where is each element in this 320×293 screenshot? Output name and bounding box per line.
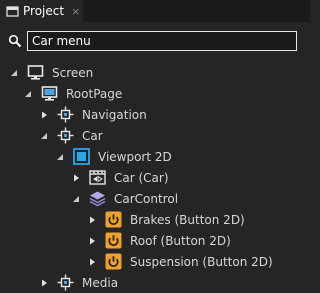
expanded-arrow-icon[interactable] <box>9 68 19 78</box>
tree-item-label: Screen <box>52 65 94 80</box>
viewport-icon <box>73 148 90 165</box>
tree-item-navigation[interactable]: Navigation <box>39 104 147 125</box>
collapsed-arrow-icon[interactable] <box>87 236 97 246</box>
tree-item-label: Navigation <box>82 107 147 122</box>
expanded-arrow-icon[interactable] <box>39 131 49 141</box>
node-2d-icon <box>57 106 74 123</box>
tree-item-label: Media <box>82 275 119 290</box>
panel-tab-bar: Project × <box>0 0 310 22</box>
search-input[interactable] <box>27 31 297 51</box>
tree-item-label: CarControl <box>114 191 179 206</box>
collapsed-arrow-icon[interactable] <box>87 257 97 267</box>
power-button-icon <box>105 253 122 270</box>
node-2d-icon <box>57 127 74 144</box>
tab-project-label: Project <box>23 4 65 18</box>
collapsed-arrow-icon[interactable] <box>71 173 81 183</box>
scene-icon <box>89 170 106 185</box>
expanded-arrow-icon[interactable] <box>55 152 65 162</box>
tree-item-car[interactable]: Car <box>39 125 103 146</box>
tree-item-media[interactable]: Media <box>39 272 118 293</box>
search-bar <box>7 30 303 52</box>
power-button-icon <box>105 211 122 228</box>
project-icon <box>6 5 19 17</box>
search-icon <box>8 34 22 48</box>
tree-item-label: Roof (Button 2D) <box>130 233 231 248</box>
tree-item-label: Suspension (Button 2D) <box>130 254 273 269</box>
tree-item-rootpage[interactable]: RootPage <box>23 83 122 104</box>
collapsed-arrow-icon[interactable] <box>39 110 49 120</box>
tree-item-roof[interactable]: Roof (Button 2D) <box>87 230 231 251</box>
tree-item-suspension[interactable]: Suspension (Button 2D) <box>87 251 273 272</box>
tree-item-viewport-2d[interactable]: Viewport 2D <box>55 146 172 167</box>
close-icon[interactable]: × <box>71 6 80 17</box>
collapsed-arrow-icon[interactable] <box>39 278 49 288</box>
screen-icon <box>27 65 44 80</box>
power-button-icon <box>105 232 122 249</box>
tree-item-label: Car <box>82 128 103 143</box>
page-icon <box>41 86 58 101</box>
tree-item-car-car[interactable]: Car (Car) <box>71 167 169 188</box>
layers-icon <box>89 191 106 207</box>
tree-item-screen[interactable]: Screen <box>9 62 93 83</box>
node-2d-icon <box>57 274 74 291</box>
tree-item-carcontrol[interactable]: CarControl <box>71 188 178 209</box>
expanded-arrow-icon[interactable] <box>23 89 33 99</box>
tree-item-label: Brakes (Button 2D) <box>130 212 245 227</box>
tree-item-label: RootPage <box>66 86 123 101</box>
tree-item-brakes[interactable]: Brakes (Button 2D) <box>87 209 245 230</box>
tree-item-label: Viewport 2D <box>98 149 172 164</box>
tree-item-label: Car (Car) <box>114 170 169 185</box>
tab-project[interactable]: Project × <box>0 0 83 22</box>
collapsed-arrow-icon[interactable] <box>87 215 97 225</box>
expanded-arrow-icon[interactable] <box>71 194 81 204</box>
